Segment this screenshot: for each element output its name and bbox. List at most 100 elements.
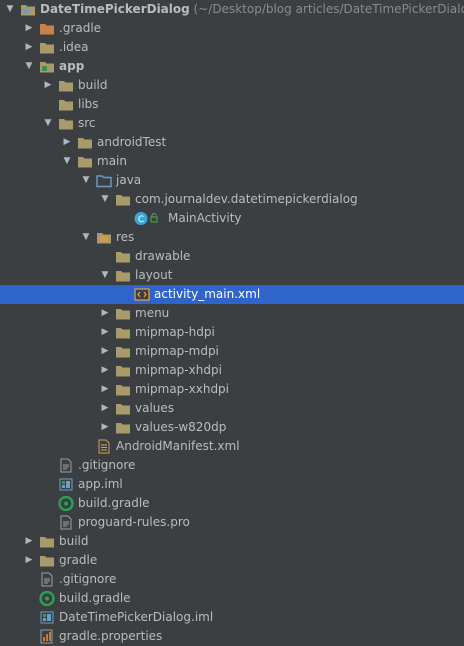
tree-item[interactable]: app.iml <box>0 475 464 494</box>
text-file-icon <box>58 515 74 530</box>
tree-item-name: main <box>97 154 127 168</box>
iml-file-icon <box>39 610 55 625</box>
tree-item[interactable]: C MainActivity <box>0 209 464 228</box>
tree-item[interactable]: ▼ app <box>0 57 464 76</box>
manifest-file-icon <box>96 439 112 454</box>
tree-item-label: main <box>97 152 127 171</box>
tree-item[interactable]: ▶ .idea <box>0 38 464 57</box>
chevron-right-icon[interactable]: ▶ <box>99 361 111 380</box>
tree-item[interactable]: ▶ gradle <box>0 551 464 570</box>
folder-icon <box>115 306 131 321</box>
folder-icon <box>77 154 93 169</box>
tree-item-label: .idea <box>59 38 89 57</box>
folder-icon <box>115 268 131 283</box>
tree-item-name: activity_main.xml <box>154 287 261 301</box>
chevron-right-icon[interactable]: ▶ <box>23 38 35 57</box>
chevron-down-icon[interactable]: ▼ <box>99 190 111 209</box>
tree-item-name: com.journaldev.datetimepickerdialog <box>135 192 358 206</box>
tree-item-label: DateTimePickerDialog.iml <box>59 608 213 627</box>
tree-item[interactable]: ▶ values-w820dp <box>0 418 464 437</box>
tree-item[interactable]: AndroidManifest.xml <box>0 437 464 456</box>
tree-item-name: build <box>78 78 108 92</box>
folder-icon <box>58 116 74 131</box>
tree-item[interactable]: ▶ androidTest <box>0 133 464 152</box>
tree-item[interactable]: ▶ menu <box>0 304 464 323</box>
chevron-right-icon[interactable]: ▶ <box>23 19 35 38</box>
tree-item[interactable]: ▼ layout <box>0 266 464 285</box>
tree-item[interactable]: ▼ com.journaldev.datetimepickerdialog <box>0 190 464 209</box>
tree-item-name: MainActivity <box>168 211 242 225</box>
svg-text:C: C <box>138 215 144 225</box>
tree-item[interactable]: .gitignore <box>0 570 464 589</box>
tree-item-label: com.journaldev.datetimepickerdialog <box>135 190 358 209</box>
chevron-right-icon[interactable]: ▶ <box>99 418 111 437</box>
tree-item-name: res <box>116 230 135 244</box>
folder-icon <box>77 135 93 150</box>
tree-item[interactable]: activity_main.xml <box>0 285 464 304</box>
chevron-right-icon[interactable]: ▶ <box>99 342 111 361</box>
chevron-right-icon[interactable]: ▶ <box>99 380 111 399</box>
chevron-right-icon[interactable]: ▶ <box>42 76 54 95</box>
folder-icon <box>115 401 131 416</box>
tree-item[interactable]: .gitignore <box>0 456 464 475</box>
tree-item-name: java <box>116 173 142 187</box>
tree-item[interactable]: ▶ mipmap-xhdpi <box>0 361 464 380</box>
tree-item[interactable]: drawable <box>0 247 464 266</box>
tree-item[interactable]: build.gradle <box>0 494 464 513</box>
chevron-right-icon[interactable]: ▶ <box>99 304 111 323</box>
chevron-right-icon[interactable]: ▶ <box>23 551 35 570</box>
folder-icon <box>39 534 55 549</box>
tree-item-name: AndroidManifest.xml <box>116 439 240 453</box>
tree-item[interactable]: gradle.properties <box>0 627 464 646</box>
folder-icon <box>115 363 131 378</box>
tree-item-name: libs <box>78 97 99 111</box>
module-folder-icon <box>39 59 55 74</box>
tree-item[interactable]: ▼ main <box>0 152 464 171</box>
gradle-file-icon <box>39 591 55 606</box>
chevron-right-icon[interactable]: ▶ <box>23 532 35 551</box>
tree-item[interactable]: proguard-rules.pro <box>0 513 464 532</box>
tree-item-name: build.gradle <box>78 496 150 510</box>
resources-folder-icon <box>96 230 112 245</box>
folder-icon <box>58 97 74 112</box>
tree-item[interactable]: ▶ build <box>0 76 464 95</box>
tree-item[interactable]: ▼ java <box>0 171 464 190</box>
tree-item[interactable]: ▶ .gradle <box>0 19 464 38</box>
tree-item[interactable]: ▶ build <box>0 532 464 551</box>
project-tree: ▼ DateTimePickerDialog (~/Desktop/blog ar… <box>0 0 464 646</box>
tree-item[interactable]: DateTimePickerDialog.iml <box>0 608 464 627</box>
tree-item-name: build <box>59 534 89 548</box>
chevron-down-icon[interactable]: ▼ <box>80 228 92 247</box>
folder-icon <box>115 344 131 359</box>
tree-item-name: proguard-rules.pro <box>78 515 190 529</box>
tree-item[interactable]: ▶ mipmap-hdpi <box>0 323 464 342</box>
chevron-down-icon[interactable]: ▼ <box>80 171 92 190</box>
tree-item-label: proguard-rules.pro <box>78 513 190 532</box>
tree-item[interactable]: build.gradle <box>0 589 464 608</box>
tree-item-label: DateTimePickerDialog (~/Desktop/blog art… <box>40 0 464 19</box>
project-folder-icon <box>20 2 36 17</box>
tree-item[interactable]: ▶ values <box>0 399 464 418</box>
tree-item-label: MainActivity <box>168 209 242 228</box>
tree-item-label: values-w820dp <box>135 418 226 437</box>
tree-item[interactable]: ▼ src <box>0 114 464 133</box>
tree-item[interactable]: libs <box>0 95 464 114</box>
chevron-down-icon[interactable]: ▼ <box>23 57 35 76</box>
chevron-right-icon[interactable]: ▶ <box>99 399 111 418</box>
source-folder-icon <box>96 173 112 188</box>
tree-item[interactable]: ▶ mipmap-mdpi <box>0 342 464 361</box>
tree-item-name: app <box>59 59 85 73</box>
chevron-right-icon[interactable]: ▶ <box>61 133 73 152</box>
tree-item[interactable]: ▼ res <box>0 228 464 247</box>
chevron-down-icon[interactable]: ▼ <box>42 114 54 133</box>
tree-item[interactable]: ▶ mipmap-xxhdpi <box>0 380 464 399</box>
tree-item-label: androidTest <box>97 133 166 152</box>
chevron-down-icon[interactable]: ▼ <box>61 152 73 171</box>
tree-item[interactable]: ▼ DateTimePickerDialog (~/Desktop/blog ar… <box>0 0 464 19</box>
tree-item-label: AndroidManifest.xml <box>116 437 240 456</box>
chevron-right-icon[interactable]: ▶ <box>99 323 111 342</box>
chevron-down-icon[interactable]: ▼ <box>99 266 111 285</box>
chevron-down-icon[interactable]: ▼ <box>4 0 16 19</box>
tree-item-label: java <box>116 171 141 190</box>
xml-file-icon <box>134 287 150 302</box>
